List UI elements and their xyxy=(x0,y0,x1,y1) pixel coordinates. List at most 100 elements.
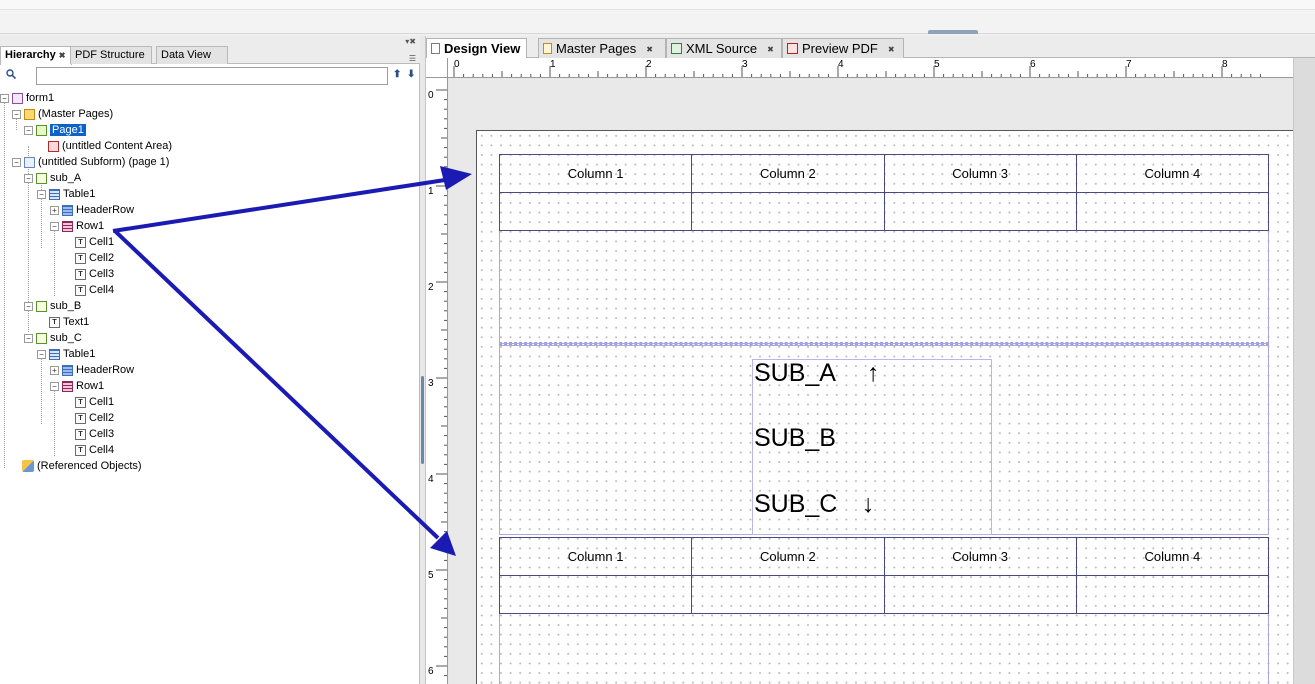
collapse-icon[interactable]: − xyxy=(37,349,46,359)
tab-pdf-structure[interactable]: PDF Structure xyxy=(70,46,152,64)
splitter-grip[interactable] xyxy=(421,376,424,464)
tab-xml-source[interactable]: XML Source ✖ xyxy=(666,38,782,58)
table-header-cell[interactable]: Column 2 xyxy=(691,154,885,193)
table-cell[interactable] xyxy=(691,575,885,614)
tree-node-referenced-objects[interactable]: (Referenced Objects) xyxy=(22,459,142,474)
tree-node-label: Cell3 xyxy=(89,428,115,440)
table-header-cell[interactable]: Column 4 xyxy=(1075,537,1270,576)
collapse-icon[interactable]: − xyxy=(24,173,33,183)
tree-node-label: (Master Pages) xyxy=(38,108,114,120)
tree-node-sub-c-row1[interactable]: − Row1 xyxy=(50,379,104,394)
tree-node-content-area[interactable]: (untitled Content Area) xyxy=(48,139,172,154)
close-icon[interactable]: ✖ xyxy=(888,45,895,54)
close-icon[interactable]: ✖ xyxy=(59,51,66,60)
tree-node-cell[interactable]: T Cell3 xyxy=(75,267,114,282)
ruler-ticks xyxy=(453,66,1261,77)
table-header-cell[interactable]: Column 1 xyxy=(498,537,693,576)
vertical-scrollbar[interactable] xyxy=(1293,58,1315,684)
tab-design-view[interactable]: Design View xyxy=(426,38,528,59)
search-input[interactable] xyxy=(36,67,388,85)
table-header-cell[interactable]: Column 3 xyxy=(883,154,1077,193)
tree-node-label-selected: Page1 xyxy=(50,124,86,136)
form-icon xyxy=(12,92,23,104)
tree-node-sub-a[interactable]: − sub_A xyxy=(24,171,81,186)
table-cell[interactable] xyxy=(883,192,1077,231)
tree-node-cell[interactable]: T Cell3 xyxy=(75,427,114,442)
ruler-mark: 0 xyxy=(454,59,460,70)
tab-preview-pdf[interactable]: Preview PDF ✖ xyxy=(782,38,904,58)
table-cell[interactable] xyxy=(498,192,693,231)
tree-node-sub-c[interactable]: − sub_C xyxy=(24,331,82,346)
tree-node-page1[interactable]: − Page1 xyxy=(24,123,86,138)
tree-node-form1[interactable]: − form1 xyxy=(0,91,54,106)
xml-icon xyxy=(671,43,682,54)
ruler-mark: 4 xyxy=(428,474,434,485)
tree-node-cell[interactable]: T Cell4 xyxy=(75,443,114,458)
tree-node-cell[interactable]: T Cell2 xyxy=(75,411,114,426)
collapse-icon[interactable]: − xyxy=(24,333,33,343)
editor-tab-bar: Design View Master Pages ✖ XML Source ✖ Pr… xyxy=(426,36,1315,59)
row-icon xyxy=(62,380,73,392)
tree-node-sub-a-table1[interactable]: − Table1 xyxy=(37,187,95,202)
ruler-mark: 5 xyxy=(428,570,434,581)
table-icon xyxy=(49,348,60,360)
table-header-cell[interactable]: Column 2 xyxy=(691,537,885,576)
design-canvas[interactable]: Column 1 Column 2 Column 3 Column 4 SUB_… xyxy=(449,79,1295,684)
horizontal-ruler[interactable]: 0 1 2 3 4 5 6 7 8 xyxy=(448,58,1293,78)
collapse-icon[interactable]: − xyxy=(24,125,33,135)
tree-node-sub-a-row1[interactable]: − Row1 xyxy=(50,219,104,234)
table-cell[interactable] xyxy=(691,192,885,231)
tree-node-sub-c-table1[interactable]: − Table1 xyxy=(37,347,95,362)
collapse-icon[interactable]: − xyxy=(12,157,21,167)
table-cell[interactable] xyxy=(883,575,1077,614)
collapse-icon[interactable]: − xyxy=(24,301,33,311)
tree-node-sub-a-headerrow[interactable]: + HeaderRow xyxy=(50,203,134,218)
tab-hierarchy[interactable]: Hierarchy ✖ xyxy=(0,46,73,65)
table-sub-c[interactable]: Column 1 Column 2 Column 3 Column 4 xyxy=(498,537,1270,614)
tab-data-view[interactable]: Data View xyxy=(156,46,228,64)
tree-node-label: Cell2 xyxy=(89,252,115,264)
table-cell[interactable] xyxy=(498,575,693,614)
subform-icon xyxy=(24,156,35,168)
table-cell[interactable] xyxy=(1075,575,1270,614)
collapse-icon[interactable]: − xyxy=(0,93,9,103)
content-area-icon xyxy=(48,140,59,152)
tree-node-sub-b[interactable]: − sub_B xyxy=(24,299,81,314)
table-header-cell[interactable]: Column 4 xyxy=(1075,154,1270,193)
collapse-icon[interactable]: − xyxy=(37,189,46,199)
table-header-cell[interactable]: Column 1 xyxy=(498,154,693,193)
ruler-mark: 1 xyxy=(428,186,434,197)
collapse-icon[interactable]: − xyxy=(12,109,21,119)
panel-collapse-handle[interactable] xyxy=(928,30,978,34)
tree-node-master-pages[interactable]: − (Master Pages) xyxy=(12,107,113,122)
search-down-arrow-icon[interactable]: ⬇ xyxy=(407,69,415,80)
design-page[interactable]: Column 1 Column 2 Column 3 Column 4 SUB_… xyxy=(476,130,1295,684)
table-cell[interactable] xyxy=(1075,192,1270,231)
expand-icon[interactable]: + xyxy=(50,205,59,215)
search-up-arrow-icon[interactable]: ⬆ xyxy=(393,69,401,80)
tree-node-label: Table1 xyxy=(63,188,96,200)
panel-options-icon[interactable]: ▾✖ xyxy=(405,37,416,46)
ruler-mark: 2 xyxy=(646,59,652,70)
tree-node-cell[interactable]: T Cell4 xyxy=(75,283,114,298)
tree-node-cell[interactable]: T Cell1 xyxy=(75,235,114,250)
tree-node-untitled-subform[interactable]: − (untitled Subform) (page 1) xyxy=(12,155,169,170)
ruler-corner[interactable] xyxy=(426,58,448,78)
close-icon[interactable]: ✖ xyxy=(646,45,653,54)
tab-master-pages[interactable]: Master Pages ✖ xyxy=(538,38,666,58)
table-header-cell[interactable]: Column 3 xyxy=(883,537,1077,576)
expand-icon[interactable]: + xyxy=(50,365,59,375)
collapse-icon[interactable]: − xyxy=(50,381,59,391)
tree-node-label: Cell1 xyxy=(89,236,115,248)
close-icon[interactable]: ✖ xyxy=(767,45,774,54)
table-sub-a[interactable]: Column 1 Column 2 Column 3 Column 4 xyxy=(498,154,1270,231)
tree-node-cell[interactable]: T Cell1 xyxy=(75,395,114,410)
vertical-ruler[interactable]: 0 1 2 3 4 5 6 xyxy=(426,78,448,684)
tab-label: Master Pages xyxy=(556,41,637,56)
tree-node-sub-c-headerrow[interactable]: + HeaderRow xyxy=(50,363,134,378)
tree-node-text1[interactable]: T Text1 xyxy=(49,315,89,330)
ruler-mark: 5 xyxy=(934,59,940,70)
tree-node-cell[interactable]: T Cell2 xyxy=(75,251,114,266)
panel-menu-icon[interactable]: ☰ xyxy=(409,54,416,63)
collapse-icon[interactable]: − xyxy=(50,221,59,231)
